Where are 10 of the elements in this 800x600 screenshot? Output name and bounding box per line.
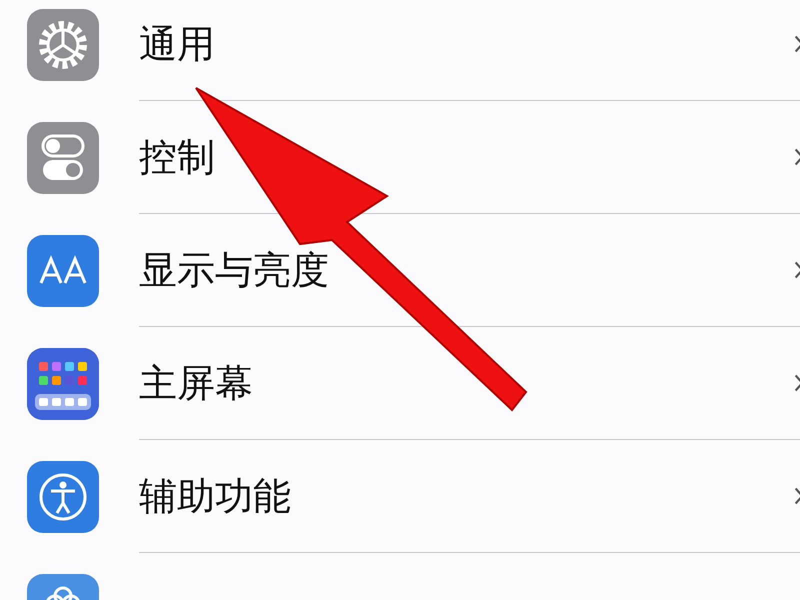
toggle-icon <box>27 122 99 194</box>
settings-item[interactable]: 通用 <box>139 18 215 70</box>
accessibility-icon <box>27 460 99 532</box>
settings-item[interactable]: 显示与亮度 <box>139 244 329 296</box>
settings-item[interactable]: 控制 <box>139 132 215 182</box>
app-grid-icon <box>27 348 99 420</box>
settings-item[interactable]: 辅助功能 <box>139 470 291 522</box>
text-size-icon <box>27 234 99 306</box>
gear-icon <box>27 8 99 80</box>
settings-item[interactable]: 主屏幕 <box>139 358 253 408</box>
